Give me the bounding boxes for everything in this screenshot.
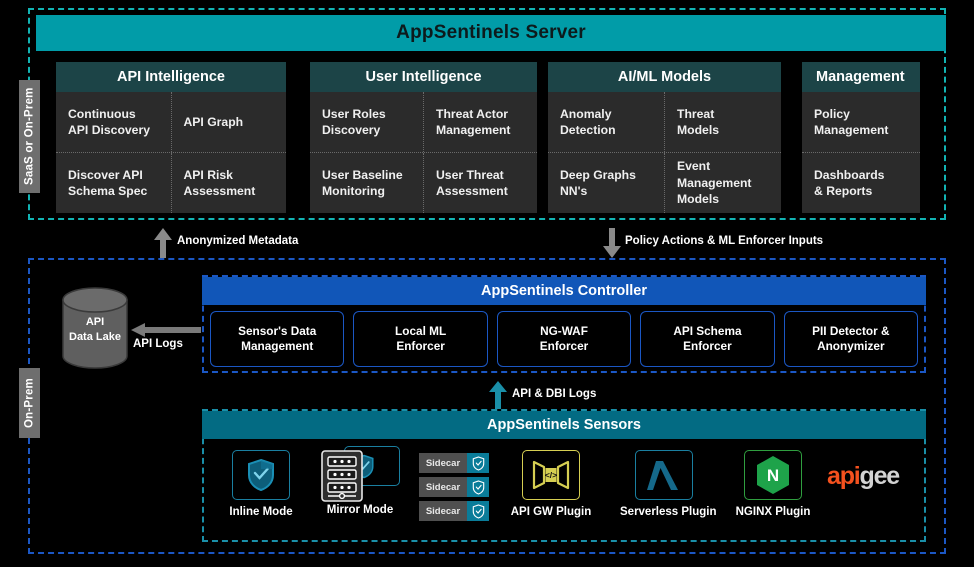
panel-title: API Intelligence (56, 62, 286, 92)
appsentinels-sensors-banner: AppSentinels Sensors (202, 411, 926, 439)
lambda-icon (635, 450, 693, 500)
apigee-logo-icon[interactable]: apigee (827, 462, 901, 491)
sidecar-label: Sidecar (419, 477, 467, 497)
svg-text:</>: </> (545, 470, 557, 480)
controller-item-api-schema-enforcer[interactable]: API Schema Enforcer (640, 311, 775, 367)
panel-cell: Dashboards & Reports (814, 167, 885, 198)
panel-row: User Baseline Monitoring User Threat Asses… (310, 152, 537, 213)
controller-item-sensors-data-management[interactable]: Sensor's Data Management (210, 311, 345, 367)
sensor-inline-mode[interactable]: Inline Mode (222, 450, 300, 518)
panel-user-intelligence: User Intelligence User Roles Discovery Th… (310, 62, 537, 213)
panel-cell: User Threat Assessment (423, 153, 537, 213)
api-dbi-logs-arrow-icon (489, 381, 507, 409)
panel-cell: API Graph (170, 92, 287, 152)
sensor-nginx-plugin[interactable]: N NGINX Plugin (733, 450, 813, 518)
panel-row: Policy Management (802, 92, 920, 152)
panel-management: Management Policy Management Dashboards & … (802, 62, 920, 213)
shield-badge-icon (467, 453, 489, 473)
panel-cell: Continuous API Discovery (68, 106, 150, 137)
sidecar-row[interactable]: Sidecar (419, 477, 489, 497)
panel-row: Anomaly Detection Threat Models (548, 92, 781, 152)
sidecar-row[interactable]: Sidecar (419, 453, 489, 473)
anonymized-metadata-arrow-icon (154, 228, 172, 258)
sensor-caption: Serverless Plugin (620, 506, 717, 518)
policy-actions-label: Policy Actions & ML Enforcer Inputs (625, 235, 824, 247)
apigee-logo-part1: api (827, 462, 861, 490)
apigee-logo-part2: gee (859, 462, 901, 490)
svg-text:N: N (767, 466, 779, 485)
panel-row: Discover API Schema Spec API Risk Assessme… (56, 152, 286, 213)
api-logs-label: API Logs (133, 338, 183, 350)
onprem-zone-label: On-Prem (19, 368, 40, 438)
shield-badge-icon (467, 501, 489, 521)
panel-cell: Event Management Models (664, 153, 781, 213)
panel-cell: Discover API Schema Spec (68, 167, 148, 198)
api-dbi-logs-label: API & DBI Logs (512, 388, 597, 400)
sidecar-label: Sidecar (419, 453, 467, 473)
architecture-diagram: SaaS or On-Prem AppSentinels Server API … (0, 0, 974, 567)
policy-actions-arrow-icon (603, 228, 621, 258)
anonymized-metadata-label: Anonymized Metadata (177, 235, 299, 247)
sensor-api-gw-plugin[interactable]: </> API GW Plugin (508, 450, 594, 518)
appsentinels-controller-banner: AppSentinels Controller (202, 277, 926, 305)
panel-title: User Intelligence (310, 62, 537, 92)
sensor-caption: NGINX Plugin (735, 506, 811, 518)
panel-cell: API Risk Assessment (170, 153, 287, 213)
api-logs-arrow-icon (131, 323, 201, 337)
api-gateway-icon: </> (522, 450, 580, 500)
panel-cell: Anomaly Detection (560, 106, 616, 137)
panel-cell: Threat Models (664, 92, 781, 152)
saas-zone-label: SaaS or On-Prem (19, 80, 40, 193)
sensor-caption: Inline Mode (229, 506, 293, 518)
panel-title: Management (802, 62, 920, 92)
panel-api-intelligence: API Intelligence Continuous API Discovery… (56, 62, 286, 213)
panel-cell: Deep Graphs NN's (560, 167, 636, 198)
panel-row: Continuous API Discovery API Graph (56, 92, 286, 152)
sensor-caption: Mirror Mode (326, 504, 394, 516)
panel-cell: User Roles Discovery (322, 106, 386, 137)
panel-ai-ml-models: AI/ML Models Anomaly Detection Threat Mode… (548, 62, 781, 213)
shield-badge-icon (467, 477, 489, 497)
panel-row: Deep Graphs NN's Event Management Models (548, 152, 781, 213)
sensor-mirror-mode[interactable]: Mirror Mode (318, 446, 402, 516)
sensor-sidecar-stack[interactable]: Sidecar Sidecar Sidecar (419, 453, 489, 521)
controller-items: Sensor's Data Management Local ML Enforcer… (210, 311, 919, 367)
api-data-lake-label: API Data Lake (69, 316, 121, 343)
sidecar-label: Sidecar (419, 501, 467, 521)
controller-item-local-ml-enforcer[interactable]: Local ML Enforcer (353, 311, 488, 367)
panel-title: AI/ML Models (548, 62, 781, 92)
controller-item-ng-waf-enforcer[interactable]: NG-WAF Enforcer (496, 311, 632, 367)
appsentinels-server-banner: AppSentinels Server (36, 15, 946, 51)
panel-cell: User Baseline Monitoring (322, 167, 403, 198)
sidecar-row[interactable]: Sidecar (419, 501, 489, 521)
panel-row: Dashboards & Reports (802, 152, 920, 213)
sensor-serverless-plugin[interactable]: Serverless Plugin (620, 450, 717, 518)
panel-cell: Threat Actor Management (423, 92, 537, 152)
panel-row: User Roles Discovery Threat Actor Manageme… (310, 92, 537, 152)
server-rack-icon (321, 450, 363, 502)
nginx-icon: N (744, 450, 802, 500)
shield-in-frame-icon (232, 450, 290, 500)
controller-item-pii-detector-anonymizer[interactable]: PII Detector & Anonymizer (783, 311, 919, 367)
panel-cell: Policy Management (814, 106, 889, 137)
sensor-caption: API GW Plugin (510, 506, 592, 518)
